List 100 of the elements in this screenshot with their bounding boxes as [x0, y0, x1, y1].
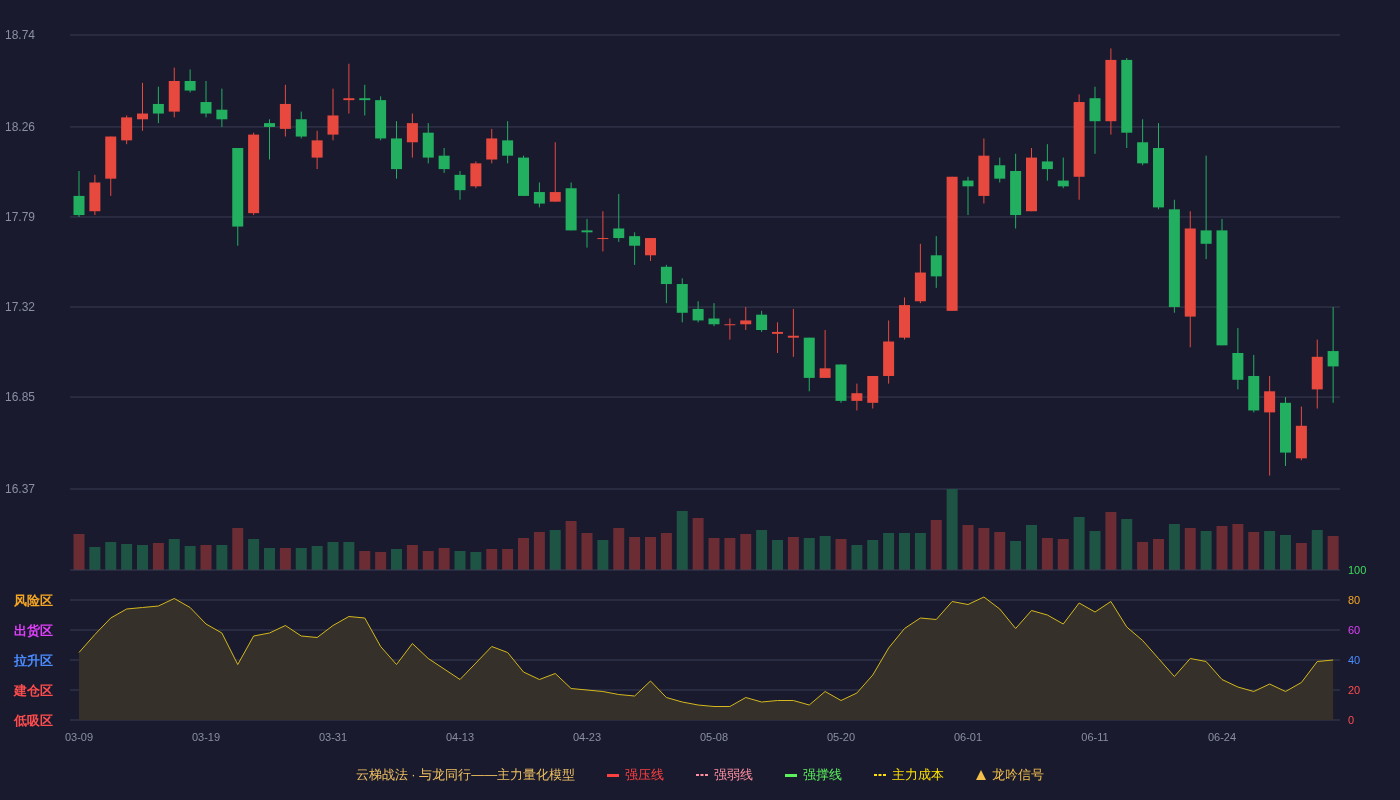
candlestick: [867, 375, 879, 410]
legend-label[interactable]: 主力成本: [892, 765, 945, 785]
candlestick: [454, 170, 466, 201]
zone-label: 建仓区: [14, 683, 53, 698]
candlestick: [835, 364, 847, 404]
volume-bar: [1200, 531, 1212, 570]
volume-bar: [740, 534, 752, 570]
date-label: 03-19: [191, 731, 221, 743]
volume-bar: [787, 537, 799, 570]
volume-bar: [1232, 524, 1244, 570]
candlestick: [787, 308, 799, 358]
candlestick: [311, 130, 323, 170]
volume-bar: [565, 521, 577, 570]
candlestick: [692, 300, 704, 323]
price-axis-label: 16.37: [5, 482, 36, 496]
price-axis-label: 17.79: [5, 210, 36, 224]
volume-bar: [756, 530, 768, 570]
volume-bar: [962, 525, 974, 570]
candlestick: [1041, 143, 1053, 182]
candlestick: [502, 120, 514, 164]
volume-bar: [200, 545, 212, 570]
volume-bar: [486, 549, 498, 570]
candlestick: [740, 306, 752, 331]
volume-bar: [1026, 525, 1037, 570]
axis-tick-label: 60: [1348, 624, 1361, 636]
candlestick: [1232, 327, 1244, 390]
volume-bar: [645, 537, 656, 570]
volume-bar: [359, 551, 371, 570]
volume-bar: [168, 539, 180, 570]
candlestick: [772, 321, 783, 354]
price-axis-label: 18.74: [5, 28, 36, 42]
volume-bar: [1073, 517, 1085, 570]
candlestick: [676, 277, 688, 323]
volume-bar: [422, 551, 434, 570]
volume-bar: [1010, 541, 1022, 570]
volume-bar: [1248, 532, 1260, 570]
candlestick: [708, 302, 720, 327]
candlestick: [279, 84, 291, 138]
volume-bar: [978, 528, 990, 570]
volume-bar: [819, 536, 831, 570]
candlestick: [819, 329, 831, 379]
legend-label[interactable]: 强弱线: [714, 765, 754, 785]
candlestick: [168, 67, 180, 118]
candlestick: [216, 88, 228, 128]
zone-label: 低吸区: [14, 713, 53, 728]
volume-bar: [1153, 539, 1164, 570]
axis-tick-label: 100: [1348, 564, 1367, 576]
volume-bar: [1184, 528, 1196, 570]
volume-bar: [899, 533, 910, 570]
volume-bar: [867, 540, 879, 570]
volume-bar: [1041, 538, 1053, 570]
volume-bar: [1280, 535, 1291, 570]
candlestick: [184, 69, 196, 93]
candlestick: [264, 118, 275, 160]
volume-bar: [549, 530, 561, 570]
legend-label[interactable]: 龙吟信号: [992, 765, 1045, 785]
volume-bar: [152, 543, 164, 570]
volume-bar: [311, 546, 323, 570]
candlestick: [660, 264, 672, 304]
volume-bar: [994, 532, 1006, 570]
volume-bar: [1327, 536, 1339, 570]
candlestick: [137, 82, 148, 132]
volume-bar: [391, 549, 402, 570]
candlestick: [375, 95, 387, 141]
candlestick: [581, 218, 593, 249]
zone-label: 出货区: [14, 623, 53, 638]
volume-bar: [406, 545, 418, 570]
axis-tick-label: 0: [1348, 714, 1355, 726]
candlestick: [200, 80, 212, 118]
candlestick: [899, 296, 910, 341]
volume-bar: [597, 540, 609, 570]
volume-bar: [676, 511, 688, 570]
candlestick: [930, 235, 942, 289]
volume-bar: [803, 538, 815, 570]
candlestick: [1280, 396, 1291, 467]
candlestick: [994, 157, 1006, 183]
volume-bar: [518, 538, 529, 570]
volume-bar: [851, 545, 863, 570]
volume-bar: [375, 552, 387, 570]
candlestick: [914, 243, 926, 304]
volume-bar: [248, 539, 260, 570]
date-label: 06-11: [1081, 731, 1109, 743]
candlestick: [851, 383, 863, 411]
date-label: 03-31: [318, 731, 348, 743]
volume-bar: [470, 552, 482, 570]
volume-bar: [1137, 542, 1149, 570]
candlestick: [724, 318, 736, 341]
volume-bar: [105, 542, 117, 570]
candlestick: [422, 122, 434, 164]
candlestick: [978, 137, 990, 205]
candlestick: [121, 114, 133, 145]
candlestick: [565, 182, 577, 231]
volume-bar: [708, 538, 720, 570]
zone-label: 风险区: [14, 593, 53, 608]
volume-bar: [533, 532, 545, 570]
legend-label[interactable]: 强撑线: [803, 765, 843, 785]
candlestick: [152, 86, 164, 124]
price-axis-label: 18.26: [5, 119, 36, 134]
legend-label[interactable]: 强压线: [625, 765, 665, 785]
volume-bar: [121, 544, 133, 570]
